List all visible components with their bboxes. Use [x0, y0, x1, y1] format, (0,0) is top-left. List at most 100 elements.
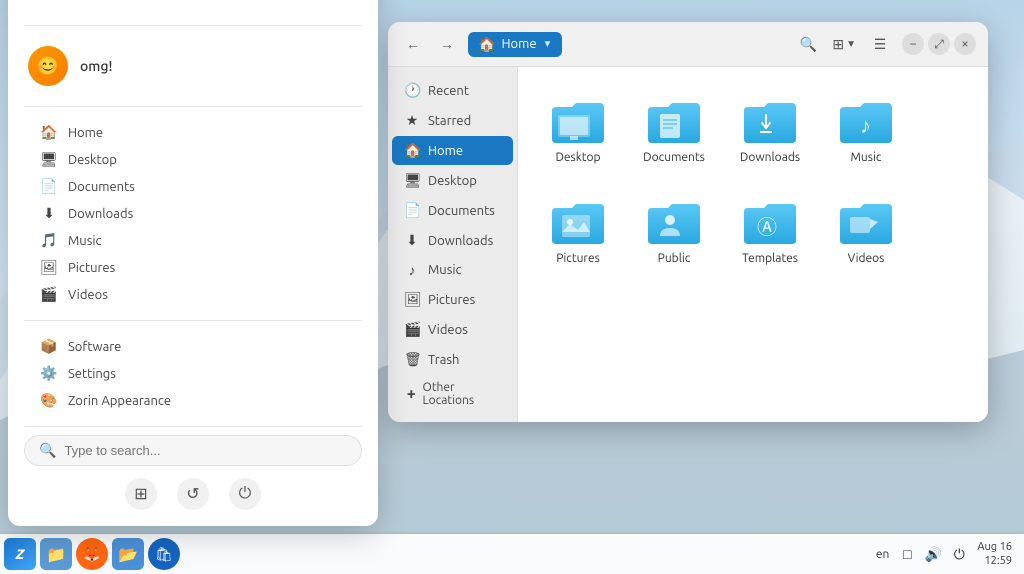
documents-sidebar-icon: 📄 [404, 202, 420, 219]
categories-section: 🔧 Accessories › 🎮 Games › 🎨 Graphics › ☁… [8, 0, 378, 17]
sidebar-home-label: Home [428, 144, 463, 158]
sidebar-desktop-label: Desktop [428, 174, 477, 188]
sidebar-other-locations-label: Other Locations [423, 381, 501, 407]
sidebar-pictures-label: Pictures [428, 293, 475, 307]
sidebar-item-trash[interactable]: 🗑 Trash [392, 345, 513, 374]
sidebar-item-starred[interactable]: ★ Starred [392, 106, 513, 135]
fm-sidebar: 🕐 Recent ★ Starred 🏠 Home 🖥 Desktop 📄 Do… [388, 67, 518, 422]
app-search-bar[interactable]: 🔍 [24, 435, 362, 466]
music-place-icon: 🎵 [40, 232, 58, 249]
date-label: Aug 16 [977, 540, 1012, 554]
other-locations-icon: + [404, 385, 419, 403]
folder-desktop[interactable]: Desktop [538, 87, 618, 172]
refresh-button[interactable]: ↺ [177, 478, 209, 510]
sys-software[interactable]: 📦 Software [8, 333, 378, 360]
file-manager-titlebar: ← → 🏠 Home ▼ 🔍 ⊞ ▼ ☰ − ⤢ × [388, 22, 988, 67]
file-manager-body: 🕐 Recent ★ Starred 🏠 Home 🖥 Desktop 📄 Do… [388, 67, 988, 422]
sidebar-item-videos[interactable]: 🎬 Videos [392, 315, 513, 344]
zorin-menu-button[interactable]: Z [4, 538, 36, 570]
home-sidebar-icon: 🏠 [404, 142, 420, 159]
sidebar-item-other-locations[interactable]: + Other Locations [392, 375, 513, 413]
store-icon: 🛍 [155, 546, 173, 563]
documents-place-label: Documents [68, 180, 135, 194]
desktop-folder-icon [550, 95, 606, 145]
volume-tray-icon[interactable]: 🔊 [923, 544, 943, 564]
lang-indicator[interactable]: en [876, 548, 889, 561]
folder-public[interactable]: Public [634, 188, 714, 273]
software-icon: 📦 [40, 338, 58, 355]
sys-settings[interactable]: ⚙️ Settings [8, 360, 378, 387]
appearance-label: Zorin Appearance [68, 394, 171, 408]
forward-button[interactable]: → [434, 31, 460, 57]
place-home[interactable]: 🏠 Home [8, 119, 378, 146]
sidebar-item-music[interactable]: ♪ Music [392, 256, 513, 284]
file-manager-window: ← → 🏠 Home ▼ 🔍 ⊞ ▼ ☰ − ⤢ × 🕐 [388, 22, 988, 422]
maximize-button[interactable]: ⤢ [928, 33, 950, 55]
screenshot-button[interactable]: ⊞ [125, 478, 157, 510]
appearance-icon: 🎨 [40, 392, 58, 409]
downloads-place-icon: ⬇ [40, 205, 58, 222]
place-desktop[interactable]: 🖥 Desktop [8, 146, 378, 173]
folder-videos[interactable]: Videos [826, 188, 906, 273]
place-downloads[interactable]: ⬇ Downloads [8, 200, 378, 227]
videos-folder-label: Videos [848, 252, 885, 265]
back-button[interactable]: ← [400, 31, 426, 57]
public-folder-label: Public [658, 252, 691, 265]
sidebar-item-documents[interactable]: 📄 Documents [392, 196, 513, 225]
folder-music[interactable]: ♪ Music [826, 87, 906, 172]
folder-downloads[interactable]: Downloads [730, 87, 810, 172]
home-place-label: Home [68, 126, 103, 140]
downloads-folder-icon [742, 95, 798, 145]
sidebar-trash-label: Trash [428, 353, 459, 367]
settings-icon: ⚙️ [40, 365, 58, 382]
taskbar-right: en □ 🔊 ⏻ Aug 16 12:59 [876, 540, 1024, 569]
minimize-button[interactable]: − [902, 33, 924, 55]
downloads-place-label: Downloads [68, 207, 133, 221]
sidebar-item-recent[interactable]: 🕐 Recent [392, 76, 513, 105]
videos-place-icon: 🎬 [40, 286, 58, 303]
location-dropdown-arrow: ▼ [543, 38, 553, 50]
power-tray-icon[interactable]: ⏻ [949, 544, 969, 564]
place-pictures[interactable]: 🖼 Pictures [8, 254, 378, 281]
trash-sidebar-icon: 🗑 [404, 351, 420, 368]
place-documents[interactable]: 📄 Documents [8, 173, 378, 200]
folder-templates[interactable]: Ⓐ Templates [730, 188, 810, 273]
search-magnifier-icon: 🔍 [39, 442, 56, 459]
documents-folder-icon [646, 95, 702, 145]
view-toggle-button[interactable]: ⊞ ▼ [826, 32, 862, 57]
documents-folder-label: Documents [643, 151, 705, 164]
sidebar-music-label: Music [428, 263, 462, 277]
place-music[interactable]: 🎵 Music [8, 227, 378, 254]
network-tray-icon[interactable]: □ [897, 544, 917, 564]
store-taskbar-icon[interactable]: 🛍 [148, 538, 180, 570]
sys-appearance[interactable]: 🎨 Zorin Appearance [8, 387, 378, 414]
search-button[interactable]: 🔍 [794, 30, 822, 58]
sidebar-item-home[interactable]: 🏠 Home [392, 136, 513, 165]
pictures-folder-label: Pictures [556, 252, 600, 265]
nautilus-taskbar-icon[interactable]: 📂 [112, 538, 144, 570]
folder-documents[interactable]: Documents [634, 87, 714, 172]
sidebar-item-desktop[interactable]: 🖥 Desktop [392, 166, 513, 195]
menu-bottom-actions: ⊞ ↺ ⏻ [8, 474, 378, 514]
place-videos[interactable]: 🎬 Videos [8, 281, 378, 308]
menu-divider-3 [24, 320, 362, 321]
view-dropdown-arrow: ▼ [846, 39, 856, 50]
category-utilities[interactable]: 🔧 Utilities › [8, 0, 378, 5]
sidebar-item-downloads[interactable]: ⬇ Downloads [392, 226, 513, 255]
sidebar-downloads-label: Downloads [428, 234, 493, 248]
menu-button[interactable]: ☰ [866, 30, 894, 58]
search-input[interactable] [64, 443, 347, 458]
desktop-sidebar-icon: 🖥 [404, 172, 420, 189]
files-taskbar-icon[interactable]: 📁 [40, 538, 72, 570]
close-button[interactable]: × [954, 33, 976, 55]
location-bar[interactable]: 🏠 Home ▼ [468, 32, 562, 57]
folder-pictures[interactable]: Pictures [538, 188, 618, 273]
power-button[interactable]: ⏻ [229, 478, 261, 510]
sidebar-item-pictures[interactable]: 🖼 Pictures [392, 285, 513, 314]
software-label: Software [68, 340, 121, 354]
firefox-taskbar-icon[interactable]: 🦊 [76, 538, 108, 570]
music-place-label: Music [68, 234, 102, 248]
tray-icons: □ 🔊 ⏻ [897, 544, 969, 564]
datetime-display[interactable]: Aug 16 12:59 [977, 540, 1012, 569]
videos-folder-icon [838, 196, 894, 246]
